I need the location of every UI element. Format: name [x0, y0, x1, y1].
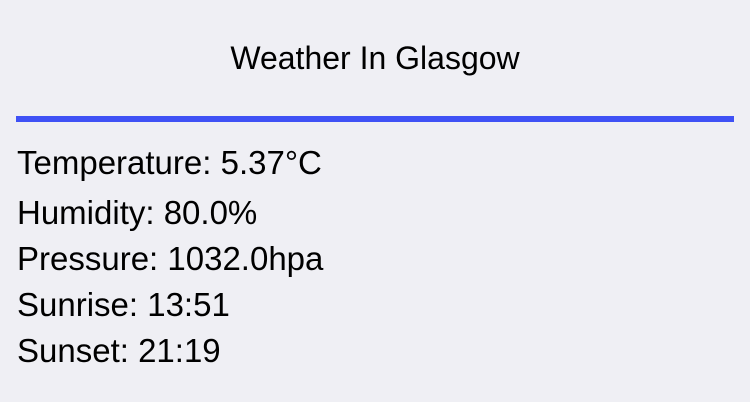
title-divider [16, 116, 734, 122]
sunrise-label: Sunrise: 13:51 [17, 286, 230, 323]
temperature-label: Temperature: 5.37°C [17, 144, 322, 181]
humidity-label: Humidity: 80.0% [17, 194, 258, 231]
sunset-label: Sunset: 21:19 [17, 332, 221, 369]
page-title: Weather In Glasgow [230, 40, 520, 76]
pressure-label: Pressure: 1032.0hpa [17, 240, 324, 277]
